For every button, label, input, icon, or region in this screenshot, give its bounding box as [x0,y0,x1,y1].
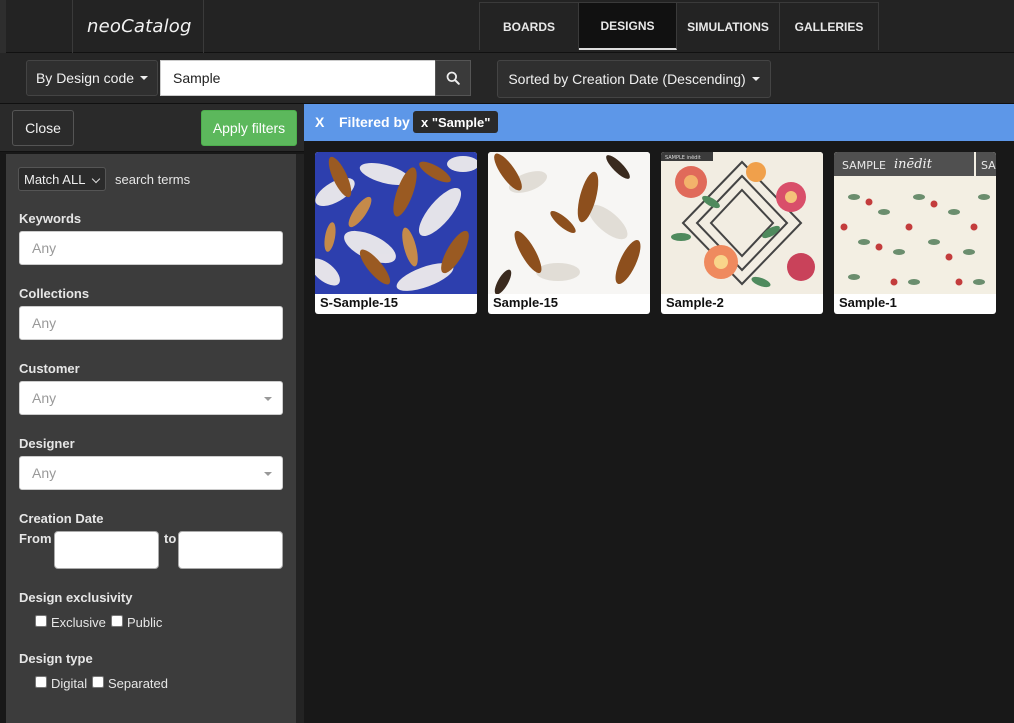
date-from-label: From [19,531,52,546]
search-toolbar: By Design code Sample Sorted by Creation… [0,53,1014,104]
date-to-input[interactable] [178,531,283,569]
digital-option-label: Digital [51,676,88,691]
caret-down-icon [140,76,149,80]
tab-boards[interactable]: BOARDS [480,3,579,50]
caret-down-icon [264,472,272,476]
design-thumbnail: SAMPLE inēdit SA [834,152,996,294]
logo-text: neoCatalog [87,16,192,37]
chevron-down-icon [91,174,101,184]
keywords-input[interactable]: Any [19,231,283,265]
match-mode-select[interactable]: Match ALL [18,167,106,191]
design-card[interactable]: SAMPLE inēdit Sample-2 [661,152,823,314]
design-type-label: Design type [19,651,93,666]
designer-value: Any [32,465,57,481]
exclusive-option-label: Exclusive [51,615,106,630]
search-input[interactable]: Sample [160,60,436,96]
filter-panel: Match ALL search terms Keywords Any Coll… [6,154,296,723]
search-button[interactable] [435,60,471,96]
creation-date-label: Creation Date [19,511,104,526]
sort-dropdown[interactable]: Sorted by Creation Date (Descending) [497,60,771,98]
navbar-edge [0,0,6,53]
customer-label: Customer [19,361,80,376]
apply-filters-button[interactable]: Apply filters [201,110,297,146]
customer-value: Any [32,390,57,406]
designer-select[interactable]: Any [19,456,283,490]
close-button[interactable]: Close [12,110,74,146]
svg-text:SA: SA [981,159,996,172]
svg-text:SAMPLE inēdit: SAMPLE inēdit [665,155,701,161]
design-card[interactable]: Sample-15 [488,152,650,314]
collections-label: Collections [19,286,90,301]
search-icon [446,71,460,85]
exclusivity-label: Design exclusivity [19,590,133,605]
tab-galleries[interactable]: GALLERIES [780,3,878,50]
designer-label: Designer [19,436,75,451]
clear-filters-button[interactable]: X [315,114,324,130]
match-mode-value: Match ALL [24,171,86,187]
filter-panel-header: Close Apply filters [0,104,304,152]
results-area: X Filtered by x "Sample" S-Sample-15 Sam… [304,104,1014,723]
match-mode-suffix: search terms [115,172,191,187]
logo[interactable]: neoCatalog [72,0,204,53]
customer-select[interactable]: Any [19,381,283,415]
tab-simulations[interactable]: SIMULATIONS [677,3,780,50]
filtered-by-label: Filtered by [339,114,410,130]
svg-text:SAMPLE: SAMPLE [842,159,886,172]
date-from-input[interactable] [54,531,159,569]
design-title: Sample-2 [666,295,724,310]
design-title: Sample-1 [839,295,897,310]
public-option-label: Public [127,615,163,630]
design-title: Sample-15 [493,295,559,310]
exclusive-checkbox[interactable] [35,615,47,627]
tab-designs[interactable]: DESIGNS [579,3,677,50]
svg-text:inēdit: inēdit [894,157,933,172]
design-card[interactable]: S-Sample-15 [315,152,477,314]
top-navbar: neoCatalog BOARDS DESIGNS SIMULATIONS GA… [0,0,1014,53]
design-thumbnail: SAMPLE inēdit [661,152,823,294]
separated-checkbox[interactable] [92,676,104,688]
design-card[interactable]: SAMPLE inēdit SA Sample-1 [834,152,996,314]
design-title: S-Sample-15 [320,295,399,310]
public-checkbox[interactable] [111,615,123,627]
design-thumbnail [488,152,650,294]
keywords-label: Keywords [19,211,82,226]
search-mode-label: By Design code [35,70,135,86]
caret-down-icon [264,397,272,401]
caret-down-icon [751,77,760,81]
panel-scrollbar[interactable] [296,154,304,723]
active-filter-bar: X Filtered by x "Sample" [304,104,1014,141]
separated-option-label: Separated [108,676,168,691]
filter-chip[interactable]: x "Sample" [413,111,499,133]
sort-label: Sorted by Creation Date (Descending) [508,71,746,87]
digital-checkbox[interactable] [35,676,47,688]
main-nav: BOARDS DESIGNS SIMULATIONS GALLERIES [479,2,879,50]
collections-input[interactable]: Any [19,306,283,340]
search-mode-dropdown[interactable]: By Design code [26,60,158,96]
date-to-label: to [164,531,177,546]
design-thumbnail [315,152,477,294]
